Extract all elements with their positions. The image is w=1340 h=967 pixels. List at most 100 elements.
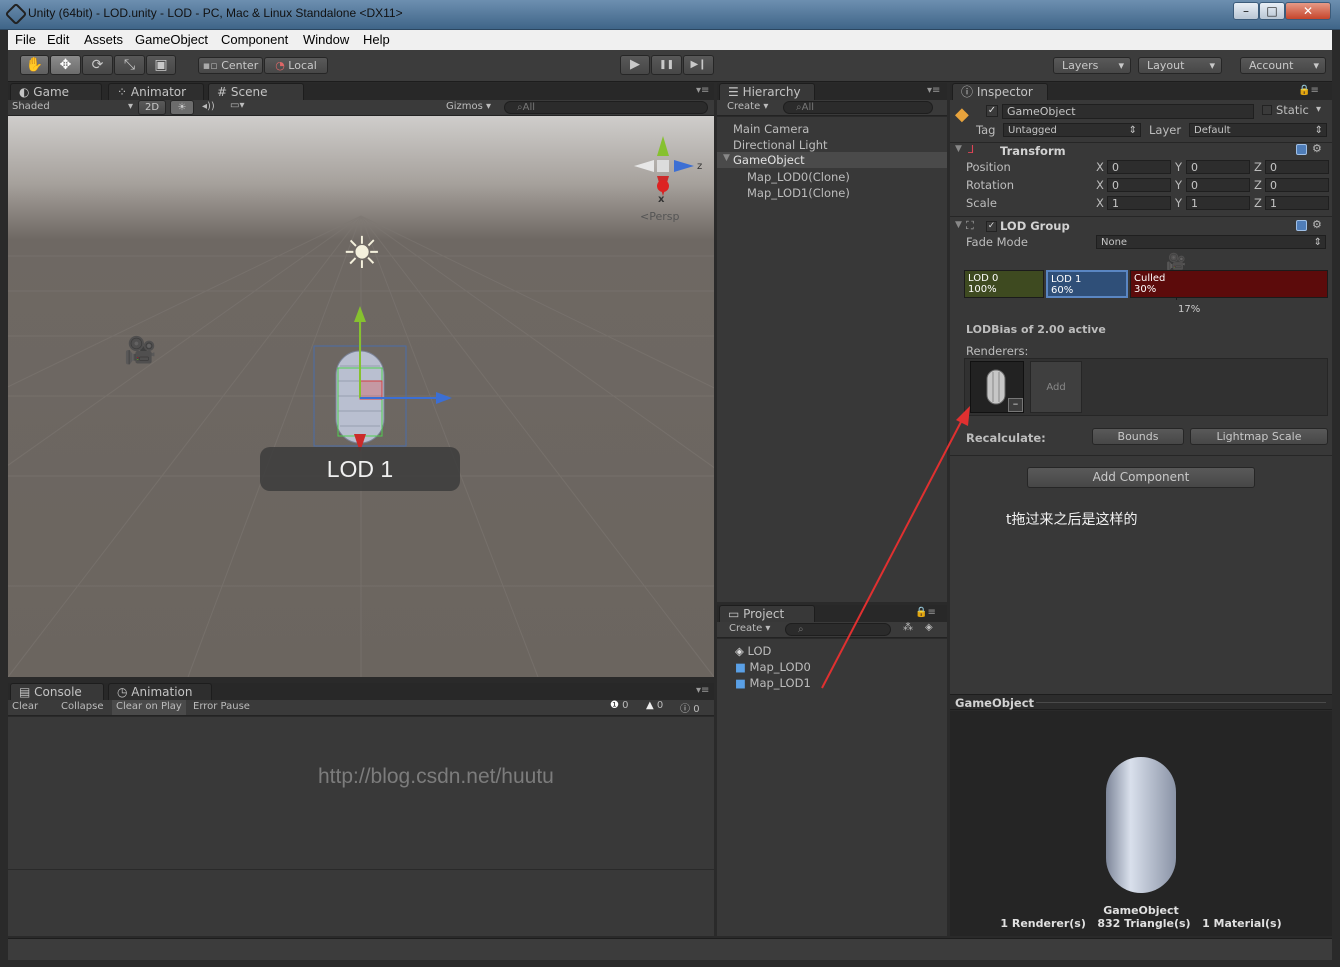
window-titlebar[interactable]: Unity (64bit) - LOD.unity - LOD - PC, Ma… <box>0 0 1340 30</box>
project-item-lod-scene[interactable]: ◈ LOD <box>735 644 771 658</box>
tab-console[interactable]: ▤ Console <box>10 683 104 700</box>
hierarchy-create-button[interactable]: Create ▾ <box>727 101 768 112</box>
help-book-icon[interactable] <box>1296 144 1307 155</box>
panel-menu-icon[interactable]: ▾≡ <box>696 85 709 96</box>
hierarchy-item-directional-light[interactable]: Directional Light <box>733 138 828 152</box>
lightmap-scale-button[interactable]: Lightmap Scale <box>1190 428 1328 445</box>
layout-dropdown[interactable]: Layout ▾ <box>1138 57 1222 74</box>
tab-animator[interactable]: ⁘ Animator <box>108 83 204 100</box>
gizmos-dropdown[interactable]: Gizmos ▾ <box>446 101 491 112</box>
lod-camera-icon[interactable]: 🎥 <box>1166 252 1186 271</box>
mode-2d-button[interactable]: 2D <box>138 100 166 115</box>
renderer-slot[interactable]: – <box>970 361 1024 413</box>
project-item-map-lod0[interactable]: ■ Map_LOD0 <box>735 660 811 674</box>
tab-inspector[interactable]: ⓘ Inspector <box>952 83 1048 100</box>
menu-component[interactable]: Component <box>221 32 288 47</box>
active-checkbox[interactable]: ✓ <box>986 105 998 117</box>
expand-triangle-icon[interactable]: ▼ <box>723 153 730 163</box>
fade-mode-dropdown[interactable]: None ⇕ <box>1096 235 1326 249</box>
layers-dropdown[interactable]: Layers ▾ <box>1053 57 1131 74</box>
lod-group-enabled-checkbox[interactable]: ✓ <box>986 221 997 232</box>
menu-assets[interactable]: Assets <box>84 32 123 47</box>
tab-hierarchy[interactable]: ☰ Hierarchy <box>719 83 815 100</box>
hierarchy-item-gameobject[interactable]: ▼ GameObject <box>717 152 947 168</box>
transform-position-y-field[interactable]: 0 <box>1186 160 1250 174</box>
menu-window[interactable]: Window <box>303 32 349 47</box>
menu-edit[interactable]: Edit <box>47 32 69 47</box>
console-warning-toggle[interactable]: ▲ 0 <box>646 700 678 715</box>
tab-project[interactable]: ▭ Project <box>719 605 815 622</box>
bounds-button[interactable]: Bounds <box>1092 428 1184 445</box>
menu-gameobject[interactable]: GameObject <box>135 32 208 47</box>
menu-file[interactable]: File <box>15 32 36 47</box>
scene-search-input[interactable]: ⌕All <box>504 101 708 114</box>
remove-renderer-button[interactable]: – <box>1008 398 1023 412</box>
lod-level-1[interactable]: LOD 1 60% <box>1046 270 1128 298</box>
console-info-toggle[interactable]: ❶ 0 <box>610 700 642 715</box>
move-tool-icon[interactable]: ✥ <box>50 55 81 75</box>
static-checkbox[interactable] <box>1262 105 1272 115</box>
project-create-button[interactable]: Create ▾ <box>729 623 770 634</box>
rotate-tool-icon[interactable]: ⟳ <box>82 55 113 75</box>
lock-icon[interactable]: 🔒≡ <box>915 607 936 618</box>
close-button[interactable]: ✕ <box>1285 2 1331 20</box>
transform-rotation-z-field[interactable]: 0 <box>1265 178 1329 192</box>
directional-light-icon[interactable]: ☀ <box>334 226 390 282</box>
console-clear-button[interactable]: Clear <box>12 701 38 712</box>
gear-icon[interactable]: ⚙ <box>1312 218 1322 231</box>
play-button[interactable]: ▶ <box>620 55 650 75</box>
gear-icon[interactable]: ⚙ <box>1312 142 1322 155</box>
lod-level-culled[interactable]: Culled 30% <box>1130 270 1328 298</box>
pivot-center-button[interactable]: ▪▫ Center <box>198 57 263 74</box>
maximize-button[interactable]: □ <box>1259 2 1285 20</box>
lod-level-0[interactable]: LOD 0 100% <box>964 270 1044 298</box>
scene-view[interactable]: ☀ 🎥 x z <Persp LOD 1 <box>8 116 714 677</box>
console-clear-on-play-button[interactable]: Clear on Play <box>112 700 186 715</box>
panel-menu-icon[interactable]: ▾≡ <box>927 85 940 96</box>
add-component-button[interactable]: Add Component <box>1027 467 1255 488</box>
panel-menu-icon[interactable]: ▾≡ <box>696 685 709 696</box>
console-error-toggle[interactable]: ⓘ 0 <box>680 700 712 715</box>
project-search-input[interactable]: ⌕ <box>785 623 891 636</box>
account-dropdown[interactable]: Account ▾ <box>1240 57 1326 74</box>
help-book-icon[interactable] <box>1296 220 1307 231</box>
tab-scene[interactable]: # Scene <box>208 83 304 100</box>
add-renderer-button[interactable]: Add <box>1030 361 1082 413</box>
hand-tool-icon[interactable]: ✋ <box>20 55 49 75</box>
effects-icon[interactable]: ▭▾ <box>230 100 244 111</box>
hierarchy-item-map-lod0-clone[interactable]: Map_LOD0(Clone) <box>747 170 850 184</box>
transform-position-x-field[interactable]: 0 <box>1107 160 1171 174</box>
step-button[interactable]: ▶❙ <box>683 55 714 75</box>
hierarchy-item-map-lod1-clone[interactable]: Map_LOD1(Clone) <box>747 186 850 200</box>
preview-header[interactable]: GameObject <box>950 694 1332 710</box>
transform-rotation-x-field[interactable]: 0 <box>1107 178 1171 192</box>
shading-dropdown[interactable]: Shaded ▾ <box>12 101 133 112</box>
scale-tool-icon[interactable]: ⤡ <box>114 55 145 75</box>
lock-icon[interactable]: 🔒≡ <box>1298 85 1319 96</box>
console-error-pause-button[interactable]: Error Pause <box>193 701 250 712</box>
hierarchy-search-input[interactable]: ⌕All <box>783 101 933 114</box>
audio-icon[interactable]: ◂)) <box>202 101 215 112</box>
expand-triangle-icon[interactable]: ▼ <box>955 144 962 154</box>
selected-capsule-object[interactable] <box>308 306 468 456</box>
menu-help[interactable]: Help <box>363 32 390 47</box>
transform-scale-x-field[interactable]: 1 <box>1107 196 1171 210</box>
persp-label[interactable]: <Persp <box>640 210 679 223</box>
hierarchy-item-main-camera[interactable]: Main Camera <box>733 122 809 136</box>
transform-position-z-field[interactable]: 0 <box>1265 160 1329 174</box>
minimize-button[interactable]: – <box>1233 2 1259 20</box>
filter-type-icon[interactable]: ⁂ <box>903 622 913 633</box>
rect-tool-icon[interactable]: ▣ <box>146 55 176 75</box>
chevron-down-icon[interactable]: ▾ <box>1316 104 1321 115</box>
tag-dropdown[interactable]: Untagged ⇕ <box>1003 123 1141 137</box>
tab-animation[interactable]: ◷ Animation <box>108 683 212 700</box>
expand-triangle-icon[interactable]: ▼ <box>955 220 962 230</box>
layer-dropdown[interactable]: Default ⇕ <box>1189 123 1327 137</box>
transform-scale-z-field[interactable]: 1 <box>1265 196 1329 210</box>
object-name-field[interactable]: GameObject <box>1002 104 1254 119</box>
pivot-local-button[interactable]: ◔ Local <box>264 57 328 74</box>
tab-game[interactable]: ◐ Game <box>10 83 102 100</box>
project-item-map-lod1[interactable]: ■ Map_LOD1 <box>735 676 811 690</box>
transform-rotation-y-field[interactable]: 0 <box>1186 178 1250 192</box>
console-collapse-button[interactable]: Collapse <box>61 701 104 712</box>
